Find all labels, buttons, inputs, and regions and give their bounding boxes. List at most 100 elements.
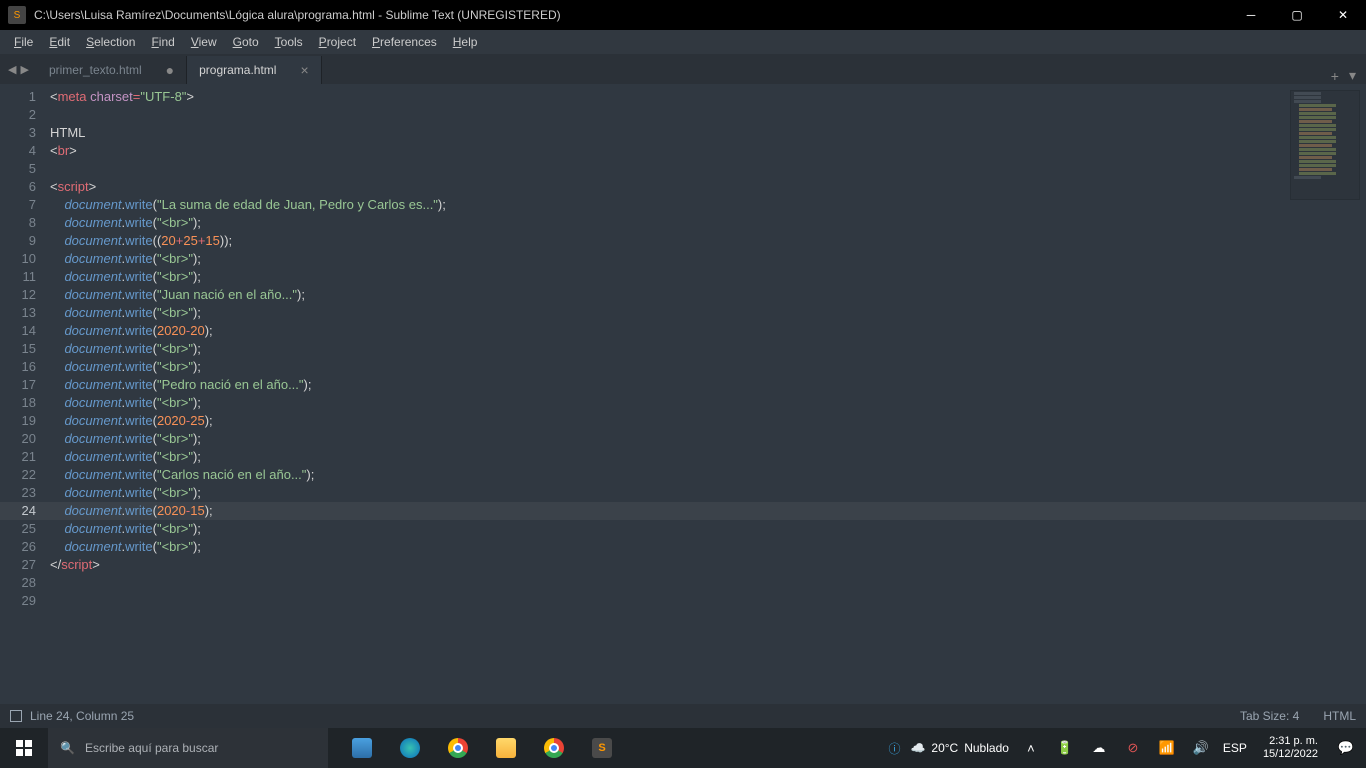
line-number[interactable]: 26 <box>0 538 50 556</box>
menu-find[interactable]: Find <box>143 32 182 52</box>
panel-switcher-icon[interactable] <box>10 710 22 722</box>
line-number[interactable]: 3 <box>0 124 50 142</box>
line-number[interactable]: 4 <box>0 142 50 160</box>
line-number[interactable]: 22 <box>0 466 50 484</box>
menu-project[interactable]: Project <box>311 32 364 52</box>
line-number[interactable]: 15 <box>0 340 50 358</box>
tray-chevron-icon[interactable]: ˄ <box>1019 728 1043 768</box>
start-button[interactable] <box>0 728 48 768</box>
line-number[interactable]: 8 <box>0 214 50 232</box>
code-line[interactable]: document.write("<br>"); <box>50 340 1366 358</box>
notifications-icon[interactable]: 💬 <box>1334 728 1358 768</box>
tab-close-icon[interactable]: × <box>300 62 308 78</box>
menu-view[interactable]: View <box>183 32 225 52</box>
line-number[interactable]: 27 <box>0 556 50 574</box>
wifi-icon[interactable]: 📶 <box>1155 728 1179 768</box>
code-content[interactable]: <meta charset="UTF-8"> HTML<br> <script>… <box>50 84 1366 704</box>
menu-preferences[interactable]: Preferences <box>364 32 445 52</box>
line-number[interactable]: 10 <box>0 250 50 268</box>
line-number[interactable]: 12 <box>0 286 50 304</box>
code-line[interactable]: document.write("<br>"); <box>50 520 1366 538</box>
code-line[interactable]: <br> <box>50 142 1366 160</box>
taskbar-edge[interactable] <box>386 728 434 768</box>
line-number[interactable]: 1 <box>0 88 50 106</box>
code-line[interactable]: document.write("La suma de edad de Juan,… <box>50 196 1366 214</box>
security-icon[interactable]: ⊘ <box>1121 728 1145 768</box>
menu-goto[interactable]: Goto <box>225 32 267 52</box>
line-number[interactable]: 18 <box>0 394 50 412</box>
tab-primer_texto-html[interactable]: primer_texto.html● <box>37 56 187 84</box>
line-number[interactable]: 20 <box>0 430 50 448</box>
code-line[interactable]: document.write("<br>"); <box>50 430 1366 448</box>
taskbar-sublime[interactable]: S <box>578 728 626 768</box>
tab-size-setting[interactable]: Tab Size: 4 <box>1240 709 1299 723</box>
line-number[interactable]: 16 <box>0 358 50 376</box>
line-number[interactable]: 19 <box>0 412 50 430</box>
menu-tools[interactable]: Tools <box>267 32 311 52</box>
menu-selection[interactable]: Selection <box>78 32 143 52</box>
taskbar-app-1[interactable] <box>338 728 386 768</box>
code-line[interactable]: document.write("<br>"); <box>50 484 1366 502</box>
maximize-button[interactable]: ▢ <box>1274 0 1320 30</box>
line-number[interactable]: 29 <box>0 592 50 610</box>
code-line[interactable]: </script> <box>50 556 1366 574</box>
code-line[interactable] <box>50 574 1366 592</box>
taskbar-chrome-2[interactable] <box>530 728 578 768</box>
line-number[interactable]: 25 <box>0 520 50 538</box>
line-number[interactable]: 6 <box>0 178 50 196</box>
line-number[interactable]: 14 <box>0 322 50 340</box>
line-number[interactable]: 23 <box>0 484 50 502</box>
close-button[interactable]: ✕ <box>1320 0 1366 30</box>
line-number[interactable]: 2 <box>0 106 50 124</box>
weather-widget[interactable]: ☁️ 20°C Nublado <box>910 741 1008 755</box>
code-line[interactable]: document.write("Carlos nació en el año..… <box>50 466 1366 484</box>
volume-icon[interactable]: 🔊 <box>1189 728 1213 768</box>
tab-dropdown-icon[interactable]: ▾ <box>1349 67 1356 84</box>
menu-help[interactable]: Help <box>445 32 486 52</box>
line-number[interactable]: 28 <box>0 574 50 592</box>
line-number[interactable]: 5 <box>0 160 50 178</box>
minimize-button[interactable]: ─ <box>1228 0 1274 30</box>
tab-programa-html[interactable]: programa.html× <box>187 56 322 84</box>
new-tab-button[interactable]: + <box>1331 68 1339 84</box>
code-line[interactable]: document.write("<br>"); <box>50 448 1366 466</box>
code-line[interactable]: HTML <box>50 124 1366 142</box>
help-tray-icon[interactable]: ⓘ <box>888 740 900 757</box>
code-line[interactable]: document.write((20+25+15)); <box>50 232 1366 250</box>
line-number[interactable]: 7 <box>0 196 50 214</box>
syntax-setting[interactable]: HTML <box>1323 709 1356 723</box>
line-number[interactable]: 21 <box>0 448 50 466</box>
taskbar-chrome[interactable] <box>434 728 482 768</box>
battery-icon[interactable]: 🔋 <box>1053 728 1077 768</box>
line-number[interactable]: 13 <box>0 304 50 322</box>
code-line[interactable]: document.write("<br>"); <box>50 214 1366 232</box>
code-line[interactable]: document.write(2020-15); <box>50 502 1366 520</box>
code-line[interactable] <box>50 160 1366 178</box>
system-clock[interactable]: 2:31 p. m. 15/12/2022 <box>1257 735 1324 761</box>
taskbar-search[interactable]: 🔍 Escribe aquí para buscar <box>48 728 328 768</box>
code-line[interactable]: document.write("Juan nació en el año..."… <box>50 286 1366 304</box>
code-line[interactable]: <script> <box>50 178 1366 196</box>
taskbar-explorer[interactable] <box>482 728 530 768</box>
code-line[interactable]: document.write("<br>"); <box>50 358 1366 376</box>
code-line[interactable] <box>50 592 1366 610</box>
code-line[interactable]: document.write("<br>"); <box>50 250 1366 268</box>
code-line[interactable]: document.write("<br>"); <box>50 304 1366 322</box>
code-line[interactable]: document.write("<br>"); <box>50 268 1366 286</box>
line-number[interactable]: 17 <box>0 376 50 394</box>
onedrive-icon[interactable]: ☁ <box>1087 728 1111 768</box>
code-line[interactable]: document.write("Pedro nació en el año...… <box>50 376 1366 394</box>
code-line[interactable]: <meta charset="UTF-8"> <box>50 88 1366 106</box>
line-number[interactable]: 11 <box>0 268 50 286</box>
menu-file[interactable]: File <box>6 32 41 52</box>
menu-edit[interactable]: Edit <box>41 32 78 52</box>
line-number[interactable]: 24 <box>0 502 50 520</box>
code-line[interactable] <box>50 106 1366 124</box>
code-line[interactable]: document.write(2020-25); <box>50 412 1366 430</box>
code-line[interactable]: document.write("<br>"); <box>50 394 1366 412</box>
minimap[interactable] <box>1290 90 1360 200</box>
cursor-position[interactable]: Line 24, Column 25 <box>30 709 134 723</box>
tab-dirty-icon[interactable]: ● <box>166 62 174 78</box>
code-line[interactable]: document.write("<br>"); <box>50 538 1366 556</box>
tab-nav-back-icon[interactable]: ◀ <box>6 63 18 76</box>
